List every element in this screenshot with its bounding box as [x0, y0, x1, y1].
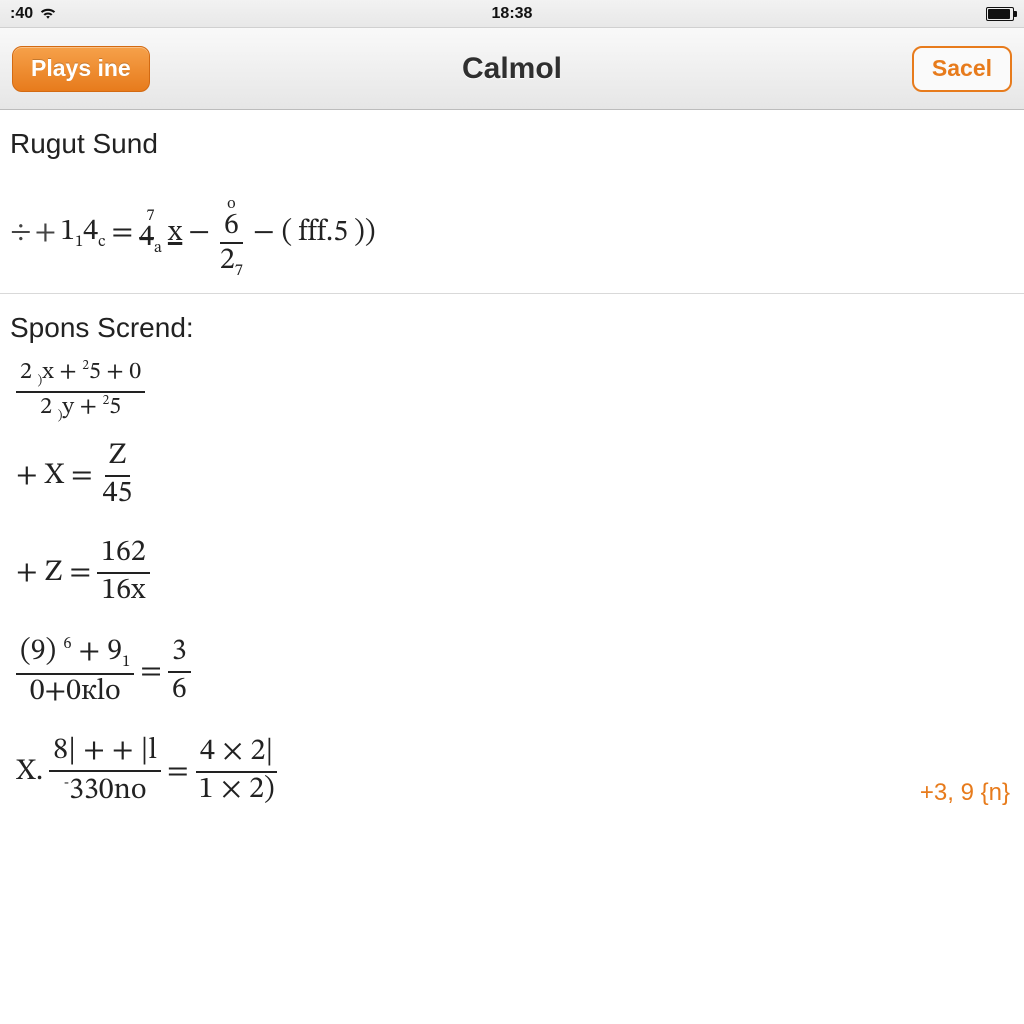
eq22-fraction: Z 45	[99, 441, 137, 510]
section2-title: Spons Scrend:	[0, 294, 1024, 356]
status-time: 18:38	[0, 5, 1024, 23]
nav-bar: Plays ine Calmol Sacel	[0, 28, 1024, 110]
eq25-equals: =	[167, 754, 189, 790]
eq1-paren: fff.5	[298, 215, 348, 251]
eq25-lead: X.	[16, 754, 43, 790]
eq1-minus: −	[188, 215, 210, 251]
eq22-lead: + X =	[16, 458, 93, 494]
status-bar: :40 18:38	[0, 0, 1024, 28]
eq1-term-c: 7 4a	[139, 209, 162, 256]
eq24-equals: =	[140, 654, 162, 690]
eq24-right-fraction: 3 6	[168, 637, 191, 706]
status-right	[986, 7, 1014, 21]
side-annotation[interactable]: +3, 9 {n}	[920, 779, 1010, 807]
section1-title: Rugut Sund	[0, 110, 1024, 172]
back-button[interactable]: Plays ine	[12, 46, 150, 92]
eq1-equals: =	[112, 215, 134, 251]
eq25-right-fraction: 4 × 2| 1 × 2)	[195, 737, 279, 806]
battery-icon	[986, 7, 1014, 21]
status-left: :40	[10, 5, 57, 23]
equation-2-3[interactable]: + Z = 162 16x	[6, 524, 1024, 621]
equation-2-4[interactable]: (9) 6 + 91 0+0кlo = 3 6	[6, 621, 1024, 722]
eq25-left-fraction: 8| + + |l -330no	[49, 736, 161, 807]
eq1-term-a: 114c	[60, 214, 105, 252]
eq1-close: ))	[354, 215, 375, 251]
eq1-lead: ÷ +	[10, 215, 54, 251]
page-title: Calmol	[0, 52, 1024, 86]
bottom-row: X. 8| + + |l -330no = 4 × 2| 1 × 2) +3, …	[6, 722, 1024, 807]
equation-2-2[interactable]: + X = Z 45	[6, 427, 1024, 524]
eq1-minus2: − (	[253, 215, 292, 251]
eq23-lead: + Z =	[16, 555, 91, 591]
equation-2-1[interactable]: 2 )x + 25 + 0 2 )y + 25	[6, 356, 1024, 427]
equation-1[interactable]: ÷ + 114c = 7 4a x − o6 27 − ( fff.5 ))	[0, 172, 1024, 293]
content-area: Rugut Sund ÷ + 114c = 7 4a x − o6 27 − (…	[0, 110, 1024, 1024]
eq1-fraction: o6 27	[216, 186, 247, 279]
action-button-label: Sacel	[932, 55, 992, 82]
action-button[interactable]: Sacel	[912, 46, 1012, 92]
equation-2-5[interactable]: X. 8| + + |l -330no = 4 × 2| 1 × 2)	[6, 722, 289, 807]
carrier-text: :40	[10, 5, 33, 23]
eq24-left-fraction: (9) 6 + 91 0+0кlo	[16, 635, 134, 708]
eq23-fraction: 162 16x	[97, 538, 150, 607]
wifi-icon	[39, 7, 57, 21]
back-button-label: Plays ine	[31, 55, 131, 82]
eq1-x: x	[168, 215, 182, 251]
eq21-fraction: 2 )x + 25 + 0 2 )y + 25	[16, 360, 145, 423]
